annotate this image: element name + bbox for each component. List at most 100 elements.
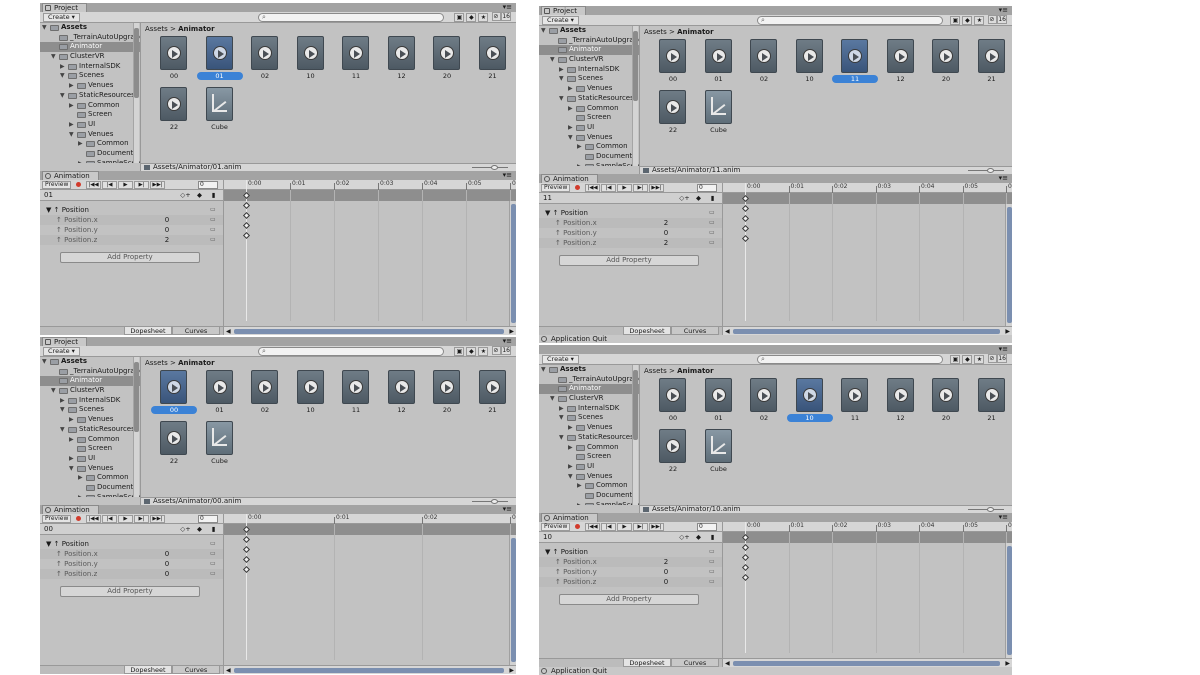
- tree-item[interactable]: Documents: [40, 483, 140, 493]
- keyframe-marker[interactable]: [242, 201, 251, 210]
- property-options-icon[interactable]: ▭: [709, 547, 715, 557]
- property-group-position[interactable]: ▼ ↑ Position ▭: [40, 539, 223, 549]
- first-key-button[interactable]: |◀◀: [585, 184, 600, 192]
- keyframe-marker[interactable]: [242, 565, 251, 574]
- tree-item[interactable]: ▶ Common: [539, 481, 639, 491]
- add-keyframe-icon[interactable]: ◇+: [180, 191, 191, 199]
- expand-closed-icon[interactable]: ▶: [577, 162, 582, 166]
- property-row[interactable]: ↑ Position.z 2 ▭: [539, 238, 722, 248]
- property-row[interactable]: ↑ Position.y 0 ▭: [539, 228, 722, 238]
- property-value-field[interactable]: 0: [162, 225, 172, 235]
- expand-open-icon[interactable]: ▼: [559, 94, 564, 104]
- icon-size-slider[interactable]: [968, 509, 1004, 510]
- property-options-icon[interactable]: ▭: [709, 228, 715, 238]
- add-property-button[interactable]: Add Property: [60, 252, 200, 263]
- animation-clip-asset[interactable]: 10: [790, 39, 830, 87]
- dopesheet-tab[interactable]: Dopesheet: [124, 327, 172, 335]
- expand-closed-icon[interactable]: ▶: [78, 493, 83, 497]
- slider-knob[interactable]: [987, 168, 994, 173]
- tree-item[interactable]: ▼ Assets: [539, 365, 639, 375]
- property-value-field[interactable]: 0: [162, 569, 172, 579]
- keyframe-marker[interactable]: [242, 211, 251, 220]
- expand-closed-icon[interactable]: ▶: [568, 84, 573, 94]
- animation-clip-asset[interactable]: 22: [653, 429, 693, 477]
- add-property-button[interactable]: Add Property: [60, 586, 200, 597]
- expand-open-icon[interactable]: ▼: [550, 394, 555, 404]
- create-dropdown[interactable]: Create ▾: [43, 347, 80, 356]
- tree-item[interactable]: ▼ Venues: [40, 464, 140, 474]
- scrollbar-thumb[interactable]: [633, 370, 638, 440]
- animation-clip-asset[interactable]: 10: [291, 370, 331, 418]
- play-button[interactable]: ▶: [118, 181, 133, 189]
- breadcrumb-current[interactable]: Animator: [178, 359, 214, 367]
- preview-toggle[interactable]: Preview: [541, 184, 571, 192]
- keyframe-marker[interactable]: [741, 543, 750, 552]
- property-options-icon[interactable]: ▭: [210, 235, 216, 245]
- first-key-button[interactable]: |◀◀: [585, 523, 600, 531]
- filter-type-icon[interactable]: ▣: [950, 355, 961, 364]
- tree-item[interactable]: ▼ Venues: [539, 133, 639, 143]
- expand-open-icon[interactable]: ▼: [559, 413, 564, 423]
- property-row[interactable]: ↑ Position.x 2 ▭: [539, 218, 722, 228]
- breadcrumb-root[interactable]: Assets: [644, 367, 667, 375]
- hidden-count-icon[interactable]: ⊘ 16: [986, 354, 1009, 364]
- expand-open-icon[interactable]: ▼: [541, 365, 546, 375]
- property-value-field[interactable]: 0: [661, 577, 671, 587]
- property-value-field[interactable]: 2: [162, 235, 172, 245]
- animation-tab[interactable]: Animation: [541, 513, 598, 522]
- tree-item[interactable]: Documents: [40, 149, 140, 159]
- tree-item[interactable]: ▶ Venues: [40, 415, 140, 425]
- search-input[interactable]: ⌕: [258, 347, 444, 356]
- property-options-icon[interactable]: ▭: [210, 215, 216, 225]
- property-options-icon[interactable]: ▭: [210, 559, 216, 569]
- record-button[interactable]: [76, 182, 81, 187]
- property-options-icon[interactable]: ▭: [210, 549, 216, 559]
- create-dropdown[interactable]: Create ▾: [43, 13, 80, 22]
- tree-item[interactable]: Screen: [539, 113, 639, 123]
- expand-open-icon[interactable]: ▼: [69, 130, 74, 140]
- property-value-field[interactable]: 0: [661, 567, 671, 577]
- tree-item[interactable]: ▶ InternalSDK: [40, 396, 140, 406]
- tree-item[interactable]: ▼ Venues: [539, 472, 639, 482]
- time-ruler[interactable]: 0:00 0:01 0:02 0:03 0:04 0:05 0:06: [224, 180, 516, 190]
- keyframe-marker[interactable]: [242, 535, 251, 544]
- property-options-icon[interactable]: ▭: [709, 208, 715, 218]
- preview-toggle[interactable]: Preview: [42, 515, 72, 523]
- play-button[interactable]: ▶: [617, 523, 632, 531]
- scrollbar-thumb[interactable]: [1007, 207, 1012, 323]
- dopesheet-tab[interactable]: Dopesheet: [623, 327, 671, 335]
- play-button[interactable]: ▶: [617, 184, 632, 192]
- prev-key-button[interactable]: |◀: [601, 523, 616, 531]
- scrollbar-thumb[interactable]: [1007, 546, 1012, 655]
- animation-clip-asset[interactable]: 21: [972, 39, 1012, 87]
- tree-item[interactable]: ▶ Venues: [539, 84, 639, 94]
- tree-item[interactable]: _TerrainAutoUpgrade: [40, 33, 140, 43]
- scrollbar-thumb[interactable]: [733, 329, 1000, 334]
- clip-selector[interactable]: 11: [541, 194, 671, 203]
- preview-toggle[interactable]: Preview: [42, 181, 72, 189]
- timeline-horizontal-scrollbar[interactable]: ◀ ▶: [224, 665, 516, 674]
- event-marker-icon[interactable]: ▮: [707, 194, 718, 202]
- animation-clip-asset[interactable]: 20: [427, 370, 467, 418]
- expand-closed-icon[interactable]: ▶: [577, 501, 582, 505]
- expand-closed-icon[interactable]: ▶: [78, 473, 83, 483]
- expand-open-icon[interactable]: ▼: [568, 472, 573, 482]
- animation-clip-asset[interactable]: 02: [744, 378, 784, 426]
- expand-open-icon[interactable]: ▼: [42, 357, 47, 367]
- next-key-button[interactable]: ▶|: [633, 184, 648, 192]
- expand-open-icon[interactable]: ▼: [541, 26, 546, 36]
- record-button[interactable]: [575, 524, 580, 529]
- icon-size-slider[interactable]: [472, 167, 508, 168]
- keyframe-marker[interactable]: [741, 234, 750, 243]
- slider-knob[interactable]: [491, 499, 498, 504]
- next-key-button[interactable]: ▶|: [134, 181, 149, 189]
- hidden-count-icon[interactable]: ⊘ 16: [986, 15, 1009, 25]
- animation-tab[interactable]: Animation: [42, 171, 99, 180]
- tree-item[interactable]: ▶ Venues: [539, 423, 639, 433]
- scrollbar-thumb[interactable]: [134, 362, 139, 432]
- property-options-icon[interactable]: ▭: [709, 218, 715, 228]
- curves-tab[interactable]: Curves: [671, 659, 719, 667]
- animation-clip-asset[interactable]: 21: [473, 36, 513, 84]
- property-row[interactable]: ↑ Position.x 0 ▭: [40, 215, 223, 225]
- tree-item[interactable]: ▶ Common: [539, 104, 639, 114]
